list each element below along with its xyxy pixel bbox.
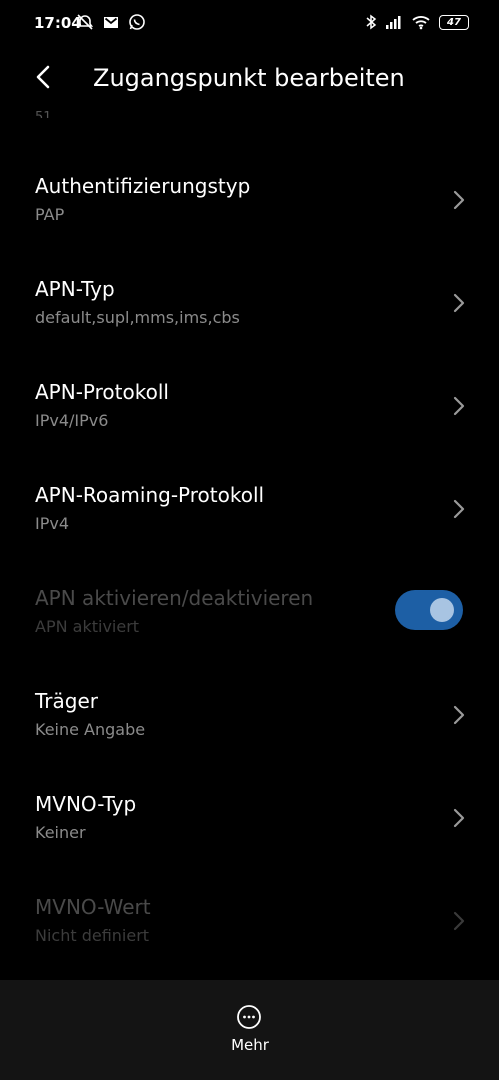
chevron-right-icon <box>453 705 465 725</box>
setting-title: APN aktivieren/deaktivieren <box>35 586 314 610</box>
status-bar: 17:04 47 <box>0 0 499 46</box>
status-left-icons <box>76 13 146 31</box>
whatsapp-icon <box>129 14 145 30</box>
back-button[interactable] <box>28 62 58 92</box>
setting-value: Keiner <box>35 823 86 842</box>
setting-title: APN-Typ <box>35 277 115 301</box>
chevron-right-icon <box>453 396 465 416</box>
more-label: Mehr <box>231 1036 269 1054</box>
battery-icon: 47 <box>439 14 469 30</box>
alarm-off-icon <box>76 14 94 30</box>
chevron-right-icon <box>453 293 465 313</box>
bluetooth-icon <box>366 14 377 30</box>
signal-icon <box>386 16 401 29</box>
page-title: Zugangspunkt bearbeiten <box>93 64 405 92</box>
toggle-knob <box>430 598 454 622</box>
setting-mvno-value: MVNO-Wert Nicht definiert <box>0 871 499 971</box>
chevron-right-icon <box>453 808 465 828</box>
setting-title: APN-Protokoll <box>35 380 169 404</box>
header: Zugangspunkt bearbeiten <box>0 46 499 116</box>
battery-level: 47 <box>447 16 461 28</box>
setting-bearer[interactable]: Träger Keine Angabe <box>0 665 499 765</box>
setting-value: IPv4 <box>35 514 70 533</box>
setting-value: Nicht definiert <box>35 926 150 945</box>
setting-title: APN-Roaming-Protokoll <box>35 483 265 507</box>
more-button[interactable]: Mehr <box>210 1000 290 1060</box>
setting-value: PAP <box>35 205 65 224</box>
setting-value: Keine Angabe <box>35 720 146 739</box>
setting-value: default,supl,mms,ims,cbs <box>35 308 240 327</box>
chevron-right-icon <box>453 911 465 931</box>
setting-value: IPv4/IPv6 <box>35 411 109 430</box>
setting-value: APN aktiviert <box>35 617 140 636</box>
setting-title: MVNO-Wert <box>35 895 151 919</box>
setting-title: Authentifizierungstyp <box>35 174 251 198</box>
more-circle-icon <box>237 1005 261 1029</box>
setting-mvno-type[interactable]: MVNO-Typ Keiner <box>0 768 499 868</box>
status-right-icons: 47 <box>365 13 469 31</box>
chevron-right-icon <box>453 499 465 519</box>
setting-title: Träger <box>35 689 98 713</box>
setting-authentication-type[interactable]: Authentifizierungstyp PAP <box>0 150 499 250</box>
chevron-right-icon <box>453 190 465 210</box>
cut-off-value: 51 <box>35 110 52 118</box>
back-arrow-icon <box>36 65 50 89</box>
apn-enable-toggle[interactable] <box>395 590 463 630</box>
setting-apn-protocol[interactable]: APN-Protokoll IPv4/IPv6 <box>0 356 499 456</box>
bottom-bar: Mehr <box>0 980 499 1080</box>
setting-apn-enable: APN aktivieren/deaktivieren APN aktivier… <box>0 562 499 662</box>
status-time: 17:04 <box>34 14 82 32</box>
gmail-icon <box>104 17 118 28</box>
setting-apn-roaming-protocol[interactable]: APN-Roaming-Protokoll IPv4 <box>0 459 499 559</box>
setting-apn-type[interactable]: APN-Typ default,supl,mms,ims,cbs <box>0 253 499 353</box>
wifi-icon <box>412 16 430 30</box>
setting-title: MVNO-Typ <box>35 792 137 816</box>
